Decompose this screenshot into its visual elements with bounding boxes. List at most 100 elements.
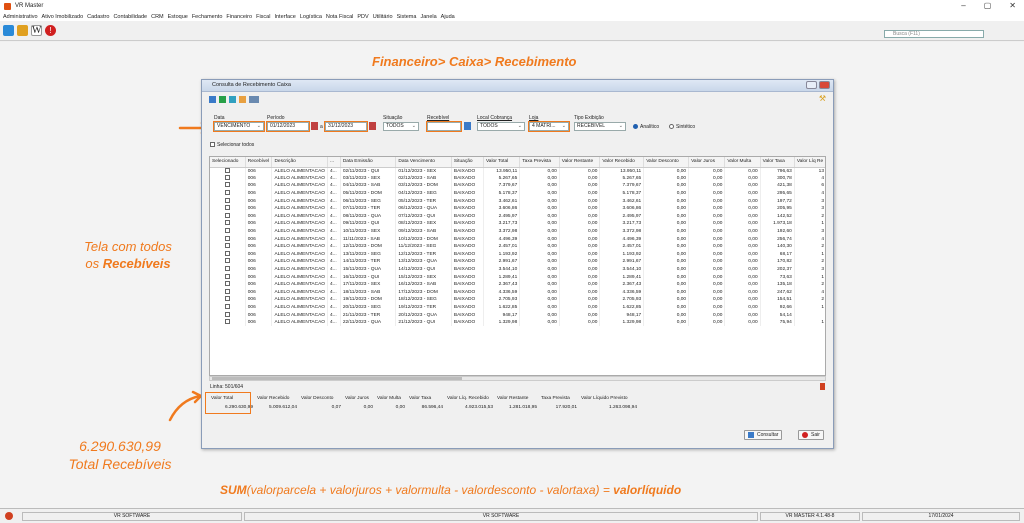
table-cell: 92,66 xyxy=(760,303,795,312)
table-row[interactable]: 006 ALELO ALIMENTACAO 4... 21/11/2023 - TER… xyxy=(210,311,825,319)
scroll-end-icon[interactable] xyxy=(820,383,825,390)
column-header[interactable]: Situação xyxy=(451,157,484,168)
calendar-icon[interactable] xyxy=(369,122,376,130)
table-cell: 13/12/2023 - QUA xyxy=(395,258,452,266)
row-checkbox[interactable] xyxy=(224,197,230,203)
table-row[interactable]: 006 ALELO ALIMENTACAO 4... 18/11/2023 - SAB… xyxy=(210,288,825,297)
column-header[interactable]: Descrição xyxy=(271,157,328,168)
periodo-from-input[interactable]: 01/12/2023 xyxy=(266,121,310,132)
table-row[interactable]: 006 ALELO ALIMENTACAO 4... 19/11/2023 - DOM… xyxy=(210,296,825,304)
row-checkbox[interactable] xyxy=(224,288,230,294)
lookup-icon[interactable] xyxy=(464,122,471,130)
table-row[interactable]: 006 ALELO ALIMENTACAO 4... 03/11/2023 - SEX… xyxy=(210,174,825,183)
recebimento-dialog: Consulta de Recebimento Caixa ⚒ Data VEN… xyxy=(201,79,834,449)
table-row[interactable]: 006 ALELO ALIMENTACAO 4... 22/11/2023 - QUA… xyxy=(210,318,825,327)
loja-select[interactable]: 4 MATRI... ⌄ xyxy=(528,121,570,132)
row-checkbox[interactable] xyxy=(224,303,230,309)
row-checkbox[interactable] xyxy=(224,167,230,173)
column-header[interactable]: Selecionado xyxy=(210,157,246,168)
dialog-restore-button[interactable] xyxy=(806,81,817,89)
table-row[interactable]: 006 ALELO ALIMENTACAO 4... 10/11/2023 - SEX… xyxy=(210,227,825,236)
row-checkbox[interactable] xyxy=(224,212,230,218)
column-header[interactable]: Valor Líq Re xyxy=(794,157,825,168)
row-checkbox[interactable] xyxy=(224,273,230,279)
table-cell: 0,00 xyxy=(643,288,690,297)
table-row[interactable]: 006 ALELO ALIMENTACAO 4... 14/11/2023 - TER… xyxy=(210,258,825,266)
filter-icon[interactable] xyxy=(229,96,236,103)
row-checkbox[interactable] xyxy=(224,190,230,196)
table-row[interactable]: 006 ALELO ALIMENTACAO 4... 04/11/2023 - SAB… xyxy=(210,182,825,190)
table-row[interactable]: 006 ALELO ALIMENTACAO 4... 09/11/2023 - QUI… xyxy=(210,220,825,228)
table-cell: 0,00 xyxy=(688,204,726,213)
edit-icon[interactable] xyxy=(239,96,246,103)
totals-label: Valor Juros xyxy=(345,396,369,401)
column-header[interactable]: Valor Taxa xyxy=(760,157,795,168)
calendar-icon[interactable] xyxy=(311,122,318,130)
row-checkbox[interactable] xyxy=(224,235,230,241)
row-checkbox-cell xyxy=(210,197,246,205)
horizontal-scrollbar[interactable] xyxy=(209,376,826,381)
tools-icon[interactable]: ⚒ xyxy=(819,94,826,103)
column-header[interactable]: Valor Multa xyxy=(724,157,761,168)
dialog-close-button[interactable] xyxy=(819,81,830,89)
row-checkbox[interactable] xyxy=(224,258,230,264)
table-row[interactable]: 006 ALELO ALIMENTACAO 4... 13/11/2023 - SEG… xyxy=(210,250,825,259)
tipo-exibicao-select[interactable]: RECEBIVEL ⌄ xyxy=(574,122,626,131)
totals-label: Valor Restante xyxy=(497,396,529,401)
column-header[interactable]: Valor Juros xyxy=(688,157,726,168)
row-checkbox[interactable] xyxy=(224,174,230,180)
table-cell: 3.462,61 xyxy=(599,197,645,205)
print-icon[interactable] xyxy=(249,96,259,103)
sair-button[interactable]: Sair xyxy=(798,430,824,440)
row-checkbox[interactable] xyxy=(224,296,230,302)
table-row[interactable]: 006 ALELO ALIMENTACAO 4... 15/11/2023 - QUA… xyxy=(210,265,825,274)
column-header[interactable]: Valor Recebido xyxy=(599,157,645,168)
row-checkbox[interactable] xyxy=(224,228,230,234)
download-icon[interactable] xyxy=(219,96,226,103)
row-checkbox-cell xyxy=(210,250,246,259)
row-checkbox[interactable] xyxy=(224,311,230,317)
table-row[interactable]: 006 ALELO ALIMENTACAO 4... 20/11/2023 - SEG… xyxy=(210,303,825,312)
table-cell: 796,63 xyxy=(760,167,795,175)
table-row[interactable]: 006 ALELO ALIMENTACAO 4... 07/11/2023 - TER… xyxy=(210,204,825,213)
column-header[interactable]: Recebível xyxy=(245,157,273,168)
row-checkbox[interactable] xyxy=(224,205,230,211)
export-icon[interactable] xyxy=(209,96,216,103)
table-cell: BAIXADO xyxy=(451,273,484,281)
sintetico-radio[interactable] xyxy=(669,124,674,129)
column-header[interactable]: Data Vencimento xyxy=(395,157,452,168)
row-checkbox[interactable] xyxy=(224,220,230,226)
row-checkbox[interactable] xyxy=(224,319,230,325)
table-row[interactable]: 006 ALELO ALIMENTACAO 4... 06/11/2023 - SEG… xyxy=(210,197,825,205)
table-row[interactable]: 006 ALELO ALIMENTACAO 4... 11/11/2023 - SAB… xyxy=(210,235,825,243)
table-row[interactable]: 006 ALELO ALIMENTACAO 4... 17/11/2023 - SEX… xyxy=(210,280,825,289)
row-checkbox[interactable] xyxy=(224,281,230,287)
table-row[interactable]: 006 ALELO ALIMENTACAO 4... 02/11/2023 - QUI… xyxy=(210,167,825,175)
table-row[interactable]: 006 ALELO ALIMENTACAO 4... 05/11/2023 - DOM… xyxy=(210,189,825,198)
row-checkbox[interactable] xyxy=(224,243,230,249)
data-select[interactable]: VENCIMENTO ⌄ xyxy=(213,121,265,132)
scrollbar-thumb[interactable] xyxy=(212,377,462,380)
analitico-radio[interactable] xyxy=(633,124,638,129)
table-cell: ALELO ALIMENTACAO xyxy=(271,265,328,274)
row-checkbox[interactable] xyxy=(224,250,230,256)
table-cell: 16/11/2023 - QUI xyxy=(340,273,397,281)
column-header[interactable]: Valor Restante xyxy=(559,157,601,168)
table-row[interactable]: 006 ALELO ALIMENTACAO 4... 12/11/2023 - DOM… xyxy=(210,242,825,251)
column-header[interactable]: Data Emissão xyxy=(340,157,397,168)
consultar-button[interactable]: Consultar xyxy=(744,430,783,440)
column-header[interactable]: Valor Desconto xyxy=(643,157,690,168)
column-header[interactable]: ... xyxy=(327,157,341,168)
table-cell: BAIXADO xyxy=(451,182,484,190)
periodo-to-input[interactable]: 31/12/2023 xyxy=(324,121,368,132)
row-checkbox[interactable] xyxy=(224,266,230,272)
recebivel-input[interactable] xyxy=(426,121,462,132)
table-row[interactable]: 006 ALELO ALIMENTACAO 4... 16/11/2023 - QUI… xyxy=(210,273,825,281)
table-row[interactable]: 006 ALELO ALIMENTACAO 4... 08/11/2023 - QUA… xyxy=(210,212,825,221)
column-header[interactable]: Taxa Prevista xyxy=(519,157,560,168)
row-checkbox[interactable] xyxy=(224,182,230,188)
local-cobranca-select[interactable]: TODOS ⌄ xyxy=(477,122,525,131)
situacao-select[interactable]: TODOS ⌄ xyxy=(383,122,419,131)
column-header[interactable]: Valor Total xyxy=(483,157,521,168)
select-all-checkbox[interactable] xyxy=(210,142,215,147)
